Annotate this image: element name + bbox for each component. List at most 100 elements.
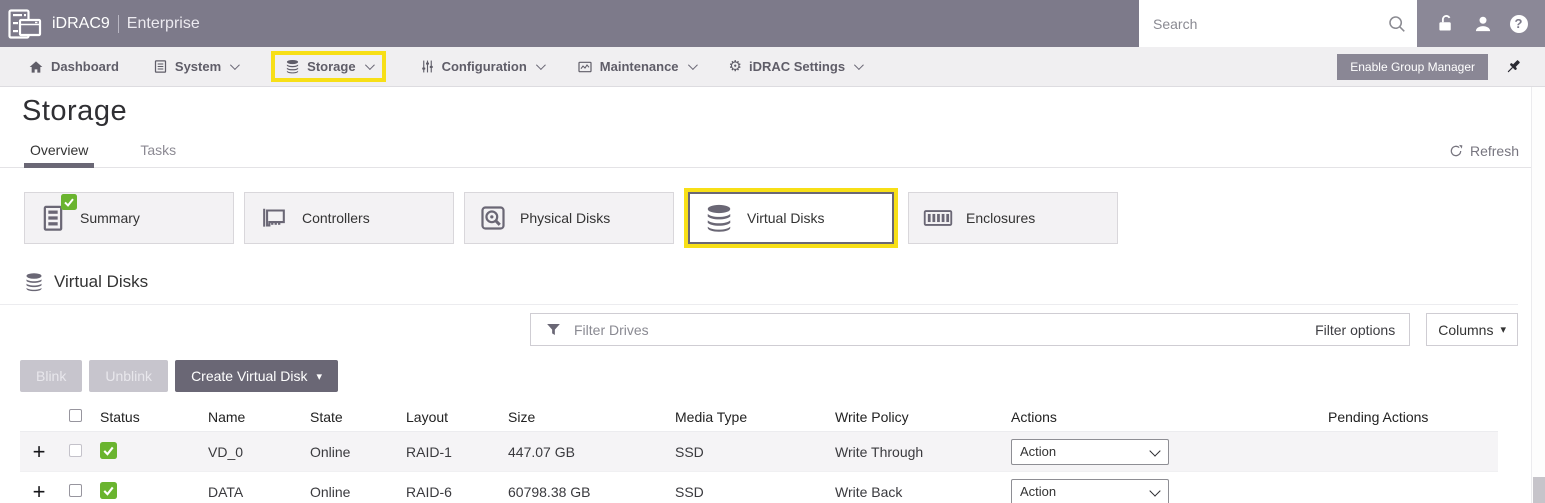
card-summary[interactable]: Summary [24,192,234,244]
filter-funnel-icon [545,321,562,338]
section-header: Virtual Disks [24,272,1545,292]
columns-button[interactable]: Columns ▾ [1426,313,1518,346]
col-header-name: Name [200,409,302,425]
system-icon [153,59,168,74]
nav-label: Dashboard [51,59,119,74]
green-check-badge-icon [61,194,77,213]
page-content: Storage Overview Tasks Refresh [0,95,1545,503]
card-label: Controllers [302,210,370,226]
row-checkbox[interactable] [69,484,82,497]
idrac-logo-icon [8,9,42,39]
filter-box: Filter options [530,313,1410,346]
nav-label: Maintenance [600,59,679,74]
filter-row: Filter options Columns ▾ [530,313,1518,346]
search-icon[interactable] [1387,14,1407,34]
columns-label: Columns [1438,322,1493,338]
card-label: Enclosures [966,210,1035,226]
enclosure-icon [923,205,953,231]
scrollbar-thumb[interactable] [1533,477,1545,503]
expand-row-button[interactable]: + [33,482,46,502]
blink-button[interactable]: Blink [20,360,82,392]
col-header-layout: Layout [398,409,500,425]
col-header-media-type: Media Type [667,409,827,425]
filter-options-link[interactable]: Filter options [1315,322,1395,338]
card-label: Summary [80,210,140,226]
section-divider [0,304,1518,305]
cell-size: 447.07 GB [500,444,667,460]
card-physical-disks[interactable]: Physical Disks [464,192,674,244]
refresh-icon [1448,143,1464,159]
create-virtual-disk-button[interactable]: Create Virtual Disk ▾ [175,360,338,392]
help-icon[interactable]: ? [1510,15,1528,33]
cell-write-policy: Write Through [827,444,1003,460]
nav-item-storage[interactable]: Storage [285,59,371,74]
virtual-disks-table: Status Name State Layout Size Media Type… [20,402,1498,503]
card-virtual-disks[interactable]: Virtual Disks [688,192,894,244]
virtual-disk-db-icon [704,203,734,233]
refresh-link[interactable]: Refresh [1448,143,1519,159]
row-action-select[interactable]: Action [1011,479,1169,503]
nav-item-dashboard[interactable]: Dashboard [28,59,119,75]
status-ok-icon [100,482,117,499]
nav-item-idrac-settings[interactable]: ⚙ iDRAC Settings [729,59,862,74]
home-icon [28,59,44,75]
nav-item-system[interactable]: System [153,59,237,74]
tab-tasks[interactable]: Tasks [134,142,182,167]
cell-size: 60798.38 GB [500,484,667,500]
unlock-icon[interactable] [1435,13,1456,34]
card-enclosures[interactable]: Enclosures [908,192,1118,244]
summary-server-icon [39,203,67,233]
brand-edition: Enterprise [127,15,200,33]
nav-item-maintenance[interactable]: Maintenance [577,59,695,75]
virtual-disks-section-icon [24,272,44,292]
caret-down-icon: ▾ [317,370,323,383]
col-header-write-policy: Write Policy [827,409,1003,425]
cell-state: Online [302,444,398,460]
search-input[interactable] [1153,16,1387,32]
col-header-state: State [302,409,398,425]
storage-db-icon [285,59,300,74]
col-header-size: Size [500,409,667,425]
enable-group-manager-button[interactable]: Enable Group Manager [1337,54,1488,80]
card-controllers[interactable]: Controllers [244,192,454,244]
table-row: + DATA Online RAID-6 60798.38 GB SSD Wri… [20,472,1498,503]
expand-row-button[interactable]: + [33,442,46,462]
col-header-actions: Actions [1003,409,1320,425]
brand: iDRAC9 Enterprise [52,15,200,33]
unblink-button[interactable]: Unblink [89,360,168,392]
top-bar: iDRAC9 Enterprise ? [0,0,1545,47]
storage-highlight-box: Storage [271,51,385,82]
nav-item-configuration[interactable]: Configuration [420,59,543,74]
cell-state: Online [302,484,398,500]
status-ok-icon [100,442,117,459]
chevron-down-icon [687,60,697,70]
sliders-icon [420,59,435,74]
nav-label: Configuration [442,59,527,74]
chevron-down-icon [854,60,864,70]
select-all-checkbox[interactable] [69,409,82,422]
user-icon[interactable] [1473,14,1493,34]
cell-write-policy: Write Back [827,484,1003,500]
table-row: + VD_0 Online RAID-1 447.07 GB SSD Write… [20,432,1498,472]
brand-name: iDRAC9 [52,15,110,33]
card-label: Physical Disks [520,210,610,226]
table-actions-bar: Blink Unblink Create Virtual Disk ▾ [20,360,1545,392]
create-virtual-disk-label: Create Virtual Disk [191,368,307,384]
controller-card-icon [259,204,289,232]
nav-label: System [175,59,221,74]
brand-separator [118,15,119,33]
nav-label: Storage [307,59,355,74]
section-title: Virtual Disks [54,272,148,292]
refresh-label: Refresh [1470,143,1519,159]
cell-media-type: SSD [667,484,827,500]
tab-overview[interactable]: Overview [24,142,94,168]
row-checkbox[interactable] [69,444,82,457]
pin-icon[interactable] [1504,57,1523,76]
search-box [1139,0,1417,47]
physical-disk-icon [479,204,507,232]
vertical-scrollbar[interactable] [1531,87,1545,503]
chevron-down-icon [365,60,375,70]
maintenance-chart-icon [577,59,593,75]
row-action-select[interactable]: Action [1011,439,1169,465]
filter-drives-input[interactable] [574,322,1303,338]
